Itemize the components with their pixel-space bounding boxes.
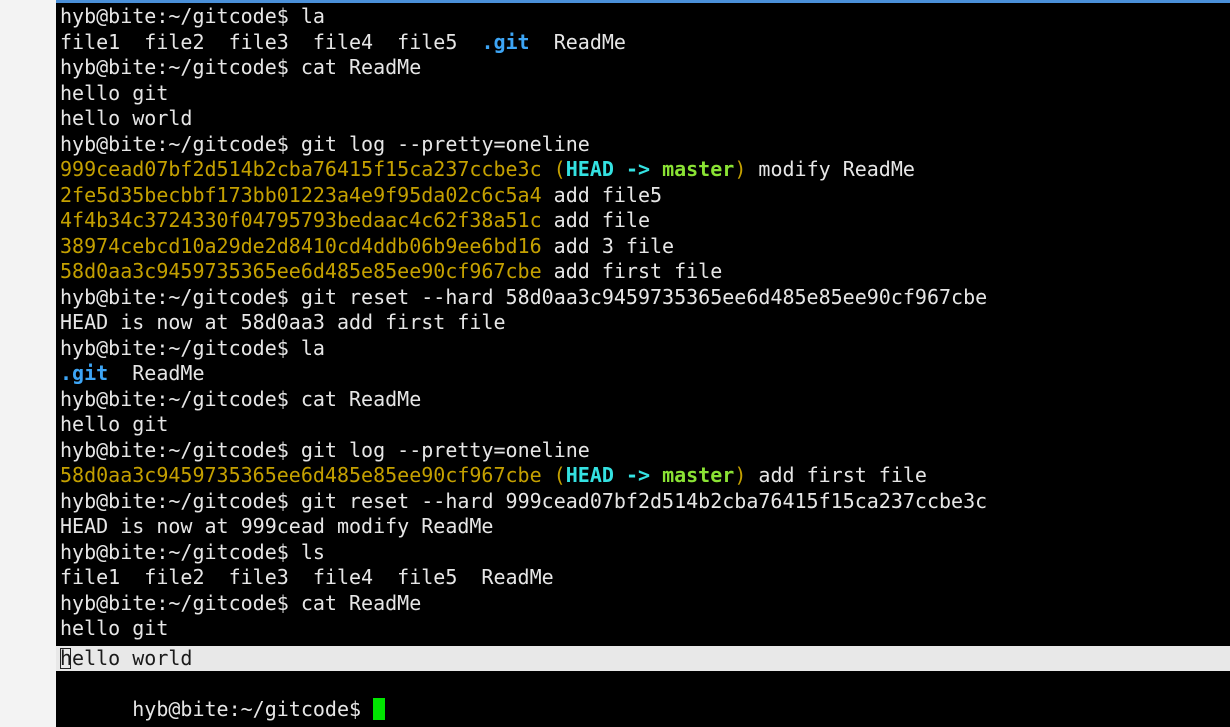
command-line: hyb@bite:~/gitcode$ git reset --hard 999… [60, 489, 987, 515]
output-line: .git ReadMe [60, 361, 987, 387]
commit-hash: 38974cebcd10a29de2d8410cd4ddb06b9ee6bd16 [60, 233, 542, 258]
head-ref: HEAD -> [565, 157, 663, 181]
command-text: cat ReadMe [300, 386, 422, 411]
command-text: la [300, 4, 325, 28]
output-line: 999cead07bf2d514b2cba76415f15ca237ccbe3c… [60, 157, 987, 183]
command-text: ls [300, 539, 325, 564]
prompt-text: hyb@bite:~/gitcode$ [60, 488, 301, 513]
output-text: HEAD is now at 58d0aa3 add first file [60, 310, 506, 334]
desktop-margin [0, 0, 56, 727]
prompt-text: hyb@bite:~/gitcode$ [60, 284, 301, 309]
command-text: cat ReadMe [300, 590, 422, 615]
directory-name: .git [481, 29, 530, 54]
output-text: file1 file2 file3 file4 file5 [60, 29, 482, 54]
branch-name: master [662, 157, 735, 181]
output-text: add 3 file [541, 233, 675, 258]
terminal-cursor [373, 697, 386, 720]
command-line: hyb@bite:~/gitcode$ cat ReadMe [60, 387, 987, 413]
output-line: hello world [60, 106, 987, 132]
output-text: ( [541, 463, 566, 487]
output-text: ReadMe [529, 29, 626, 54]
prompt-text: hyb@bite:~/gitcode$ [60, 590, 301, 615]
output-text: ( [541, 157, 566, 181]
output-text: add first file [746, 463, 927, 487]
output-line: file1 file2 file3 file4 file5 .git ReadM… [60, 30, 987, 56]
output-text: modify ReadMe [746, 157, 915, 181]
output-line: 38974cebcd10a29de2d8410cd4ddb06b9ee6bd16… [60, 234, 987, 260]
prompt-text: hyb@bite:~/gitcode$ [60, 55, 301, 79]
output-text: HEAD is now at 999cead modify ReadMe [60, 514, 494, 538]
command-text: git log --pretty=oneline [300, 437, 590, 462]
command-line: hyb@bite:~/gitcode$ git log --pretty=one… [60, 132, 987, 158]
command-text: git reset --hard 999cead07bf2d514b2cba76… [300, 488, 988, 513]
output-text: add file [541, 208, 651, 232]
command-line: hyb@bite:~/gitcode$ la [60, 4, 987, 30]
commit-hash: 58d0aa3c9459735365ee6d485e85ee90cf967cbe [60, 259, 542, 283]
command-text: cat ReadMe [300, 55, 422, 79]
command-line: hyb@bite:~/gitcode$ git log --pretty=one… [60, 438, 987, 464]
selected-line-text: hello world [60, 646, 193, 670]
output-text: file1 file2 file3 file4 file5 ReadMe [60, 565, 554, 589]
prompt-text: hyb@bite:~/gitcode$ [60, 386, 301, 411]
output-text: ) [734, 463, 747, 487]
command-text: la [300, 335, 325, 360]
command-line: hyb@bite:~/gitcode$ cat ReadMe [60, 55, 987, 81]
command-line: hyb@bite:~/gitcode$ git reset --hard 58d… [60, 285, 987, 311]
selected-line[interactable]: hello world [56, 646, 1230, 671]
prompt-text: hyb@bite:~/gitcode$ [60, 4, 301, 28]
output-line: hello git [60, 412, 987, 438]
output-text: hello world [60, 106, 193, 130]
output-line: file1 file2 file3 file4 file5 ReadMe [60, 565, 987, 591]
prompt-text: hyb@bite:~/gitcode$ [132, 696, 374, 721]
output-text: add first file [541, 259, 723, 283]
directory-name: .git [60, 361, 109, 385]
output-text: ReadMe [108, 361, 205, 385]
output-line: 2fe5d35becbbf173bb01223a4e9f95da02c6c5a4… [60, 183, 987, 209]
command-line: hyb@bite:~/gitcode$ cat ReadMe [60, 591, 987, 617]
commit-hash: 58d0aa3c9459735365ee6d485e85ee90cf967cbe [60, 463, 542, 487]
commit-hash: 2fe5d35becbbf173bb01223a4e9f95da02c6c5a4 [60, 182, 542, 207]
output-line: HEAD is now at 58d0aa3 add first file [60, 310, 987, 336]
command-text: git log --pretty=oneline [300, 131, 590, 156]
terminal-output[interactable]: hyb@bite:~/gitcode$ la file1 file2 file3 … [60, 4, 987, 642]
head-ref: HEAD -> [565, 463, 663, 487]
active-prompt-line[interactable]: hyb@bite:~/gitcode$ [60, 671, 386, 727]
prompt-text: hyb@bite:~/gitcode$ [60, 131, 301, 156]
commit-hash: 4f4b34c3724330f04795793bedaac4c62f38a51c [60, 208, 542, 232]
output-text: hello git [60, 412, 169, 436]
prompt-text: hyb@bite:~/gitcode$ [60, 539, 301, 564]
output-line: 58d0aa3c9459735365ee6d485e85ee90cf967cbe… [60, 463, 987, 489]
output-line: HEAD is now at 999cead modify ReadMe [60, 514, 987, 540]
output-text: add file5 [541, 182, 663, 207]
command-line: hyb@bite:~/gitcode$ ls [60, 540, 987, 566]
output-line: hello git [60, 81, 987, 107]
screen: hyb@bite:~/gitcode$ la file1 file2 file3 … [0, 0, 1230, 727]
output-line: 4f4b34c3724330f04795793bedaac4c62f38a51c… [60, 208, 987, 234]
output-text: hello git [60, 80, 169, 105]
prompt-text: hyb@bite:~/gitcode$ [60, 437, 301, 462]
output-text: ) [734, 157, 747, 181]
command-line: hyb@bite:~/gitcode$ la [60, 336, 987, 362]
branch-name: master [662, 463, 735, 487]
command-text: git reset --hard 58d0aa3c9459735365ee6d4… [300, 284, 988, 309]
window-top-border [56, 0, 1230, 3]
output-line: hello git [60, 616, 987, 642]
prompt-text: hyb@bite:~/gitcode$ [60, 335, 301, 360]
output-line: 58d0aa3c9459735365ee6d485e85ee90cf967cbe… [60, 259, 987, 285]
commit-hash: 999cead07bf2d514b2cba76415f15ca237ccbe3c [60, 157, 542, 181]
terminal-window[interactable]: hyb@bite:~/gitcode$ la file1 file2 file3 … [56, 0, 1230, 727]
output-text: hello git [60, 616, 169, 640]
